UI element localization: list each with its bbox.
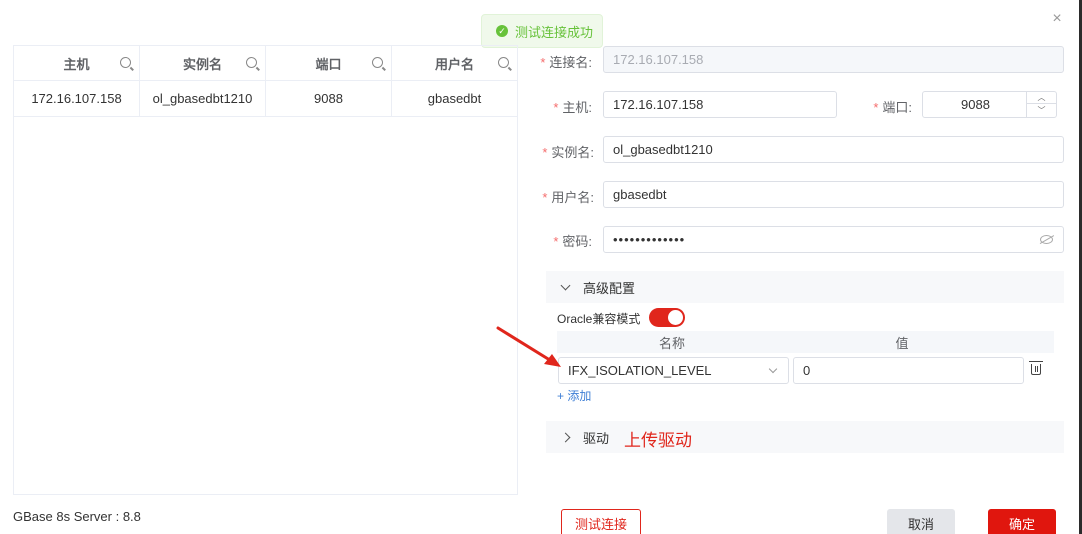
user-field[interactable]: gbasedbt	[603, 181, 1064, 208]
password-field[interactable]: •••••••••••••	[603, 226, 1064, 253]
chevron-down-icon	[768, 364, 778, 374]
param-name-select[interactable]: IFX_ISOLATION_LEVEL	[558, 357, 789, 384]
search-icon[interactable]	[246, 57, 257, 68]
host-field[interactable]: 172.16.107.158	[603, 91, 837, 118]
column-user[interactable]: 用户名	[392, 46, 517, 80]
conn-name-label: * 连接名:	[540, 55, 592, 70]
check-circle-icon: ✓	[496, 25, 508, 37]
confirm-button[interactable]: 确定	[988, 509, 1056, 534]
toggle-knob	[668, 310, 683, 325]
search-icon[interactable]	[498, 57, 509, 68]
chevron-down-icon[interactable]: ﹀	[1027, 104, 1056, 116]
param-value-header: 值	[895, 335, 909, 351]
annotation-arrow	[496, 326, 561, 367]
connection-table: 主机 实例名 端口 用户名 172.16.107.158 ol_gbasedbt…	[13, 45, 518, 495]
conn-name-field[interactable]: 172.16.107.158	[603, 46, 1064, 73]
column-label: 实例名	[182, 56, 222, 72]
column-label: 用户名	[434, 56, 474, 72]
search-icon[interactable]	[372, 57, 383, 68]
instance-label: * 实例名:	[542, 145, 594, 160]
password-value: •••••••••••••	[613, 232, 686, 247]
param-name-header: 名称	[658, 335, 685, 351]
cell-host: 172.16.107.158	[14, 81, 140, 116]
instance-field[interactable]: ol_gbasedbt1210	[603, 136, 1064, 163]
column-label: 主机	[63, 56, 90, 72]
table-row[interactable]: 172.16.107.158 ol_gbasedbt1210 9088 gbas…	[14, 81, 517, 117]
host-label: * 主机:	[553, 100, 592, 115]
server-version: GBase 8s Server : 8.8	[13, 509, 141, 524]
param-value-field[interactable]: 0	[793, 357, 1024, 384]
column-instance[interactable]: 实例名	[140, 46, 266, 80]
user-label: * 用户名:	[542, 190, 594, 205]
cell-instance: ol_gbasedbt1210	[140, 81, 266, 116]
advanced-config-title: 高级配置	[583, 280, 636, 296]
table-header: 主机 实例名 端口 用户名	[14, 46, 517, 81]
chevron-right-icon	[560, 432, 571, 442]
column-label: 端口	[315, 56, 342, 72]
chevron-down-icon	[560, 280, 571, 290]
driver-title: 驱动	[583, 430, 610, 446]
column-port[interactable]: 端口	[266, 46, 392, 80]
oracle-mode-toggle[interactable]	[649, 308, 685, 327]
add-param-link[interactable]: + 添加	[557, 387, 591, 404]
toast-message: 测试连接成功	[515, 24, 594, 40]
oracle-mode-label: Oracle兼容模式	[557, 312, 641, 326]
column-host[interactable]: 主机	[14, 46, 140, 80]
test-connection-button[interactable]: 测试连接	[561, 509, 641, 534]
trash-icon[interactable]	[1029, 361, 1043, 375]
param-name-value: IFX_ISOLATION_LEVEL	[568, 363, 712, 378]
advanced-config-header[interactable]: 高级配置	[546, 271, 1064, 303]
chevron-up-icon[interactable]: ︿	[1027, 92, 1056, 104]
cell-user: gbasedbt	[427, 91, 482, 106]
upload-driver-annotation: 上传驱动	[624, 431, 692, 450]
cancel-button[interactable]: 取消	[887, 509, 955, 534]
eye-off-icon[interactable]	[1040, 235, 1053, 244]
success-toast: ✓ 测试连接成功	[481, 14, 603, 48]
cell-port: 9088	[266, 81, 392, 116]
port-value: 9088	[961, 97, 990, 112]
port-label: * 端口:	[873, 100, 912, 115]
param-table-header: 名称 值	[557, 331, 1054, 353]
close-icon[interactable]: ×	[1050, 11, 1064, 27]
password-label: * 密码:	[553, 234, 592, 249]
search-icon[interactable]	[120, 57, 131, 68]
port-stepper[interactable]: ︿ ﹀	[1026, 92, 1056, 117]
